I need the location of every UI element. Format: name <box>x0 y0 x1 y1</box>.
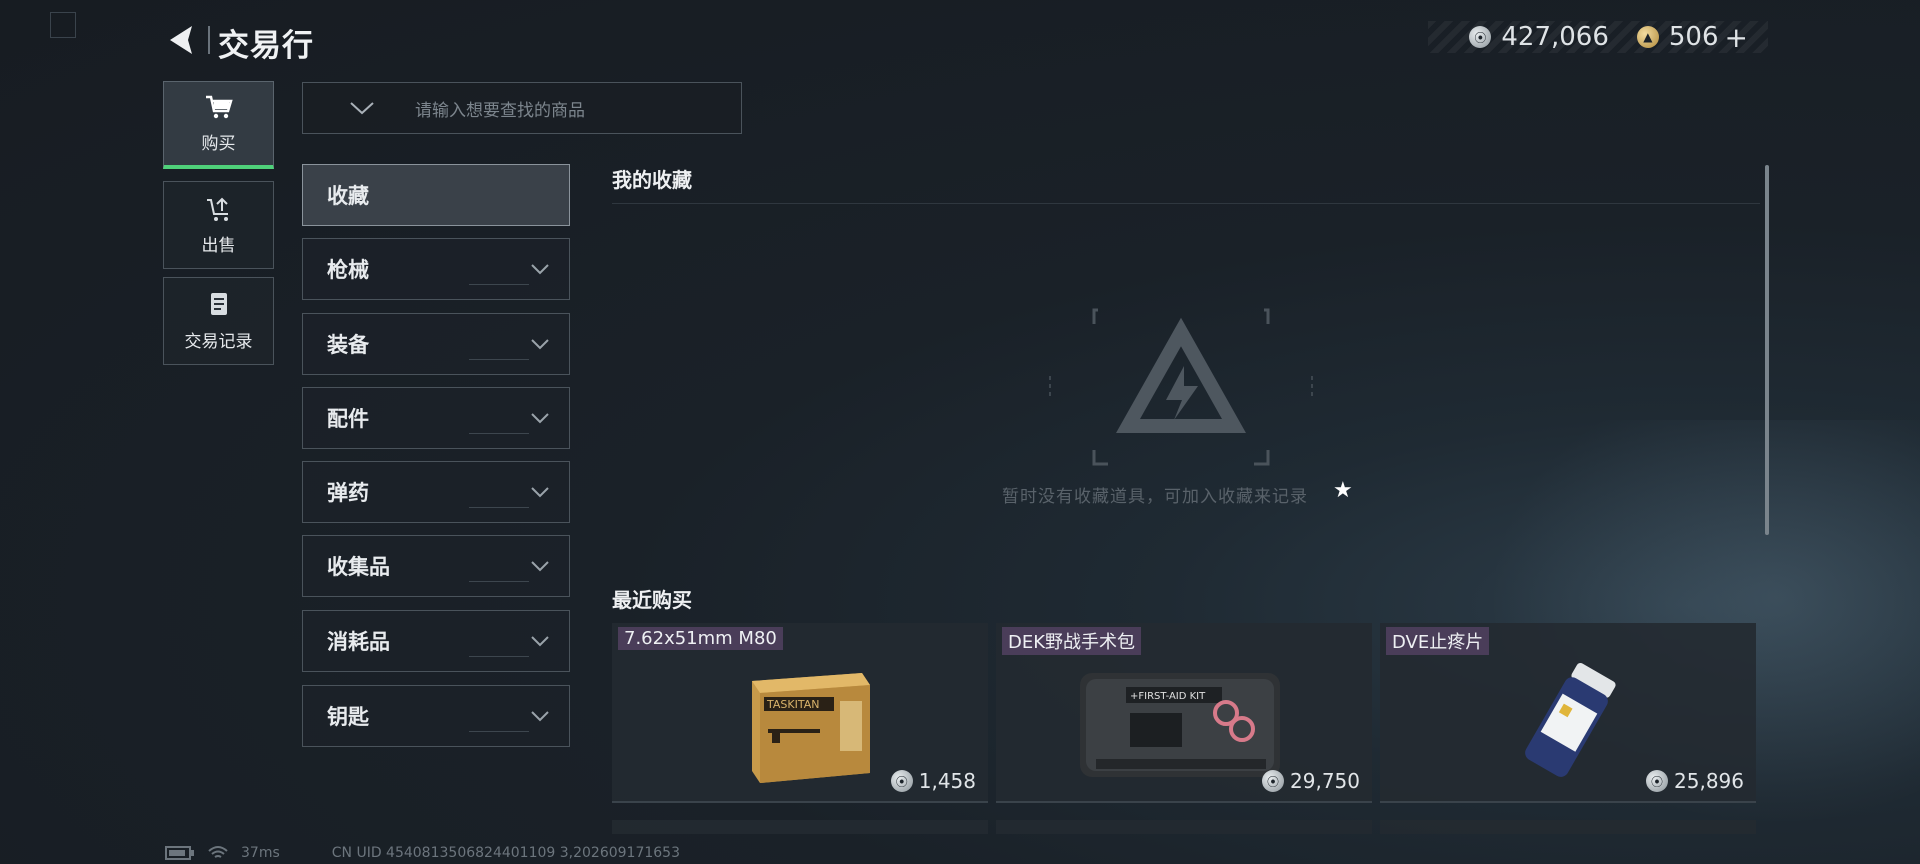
chevron-down-icon[interactable] <box>347 98 377 118</box>
cart-icon <box>205 95 233 119</box>
item-price-value: 1,458 <box>918 769 976 793</box>
nav-records[interactable]: 交易记录 <box>163 277 274 365</box>
silver-coin-icon: ⦿ <box>890 770 913 792</box>
nav-buy[interactable]: 购买 <box>163 81 274 169</box>
category-label: 装备 <box>327 333 369 357</box>
category-deco-line <box>469 433 529 434</box>
chevron-down-icon <box>531 487 549 498</box>
recent-item-card[interactable]: 7.62x51mm M80 TASKITAN ⦿ 1,458 <box>612 623 988 803</box>
recent-item-card[interactable]: DEK野战手术包 +FIRST-AID KIT ⦿ 29,750 <box>996 623 1372 803</box>
category-deco-line <box>469 731 529 732</box>
category-favorites[interactable]: 收藏 <box>302 164 570 226</box>
search-placeholder: 请输入想要查找的商品 <box>415 100 585 121</box>
nav-label-sell: 出售 <box>201 235 236 256</box>
item-price: ⦿ 29,750 <box>1262 769 1360 793</box>
title-separator <box>208 26 210 54</box>
chevron-down-icon <box>531 339 549 350</box>
recent-item-card-partial[interactable] <box>996 820 1372 834</box>
svg-text:TASKITAN: TASKITAN <box>766 698 819 711</box>
category-label: 配件 <box>327 407 369 431</box>
category-deco-line <box>469 359 529 360</box>
category-consumables[interactable]: 消耗品 <box>302 610 570 672</box>
chevron-down-icon <box>531 636 549 647</box>
search-input[interactable]: 请输入想要查找的商品 <box>302 82 742 134</box>
nav-label-buy: 购买 <box>201 134 236 154</box>
recent-item-card[interactable]: DVE止疼片 ⦿ 25,896 <box>1380 623 1756 803</box>
records-icon <box>210 292 227 315</box>
status-bar: 37ms CN UID 4540813506824401109 3,202609… <box>165 845 680 861</box>
gold-coin-icon: ▲ <box>1636 26 1659 48</box>
sell-icon <box>206 197 228 221</box>
item-name: 7.62x51mm M80 <box>618 627 783 650</box>
silver-amount: 427,066 <box>1501 22 1609 52</box>
category-ammo[interactable]: 弹药 <box>302 461 570 523</box>
silver-coin-icon: ⦿ <box>1469 26 1492 48</box>
gold-amount: 506 <box>1668 22 1719 52</box>
pill-bottle-icon <box>1525 662 1616 777</box>
ammo-box-icon: TASKITAN <box>752 673 870 783</box>
category-deco-line <box>469 581 529 582</box>
category-firearms[interactable]: 枪械 <box>302 238 570 300</box>
nav-label-records: 交易记录 <box>184 331 253 352</box>
chevron-down-icon <box>531 561 549 572</box>
item-price: ⦿ 25,896 <box>1646 769 1744 793</box>
category-equipment[interactable]: 装备 <box>302 313 570 375</box>
recent-title: 最近购买 <box>612 588 692 612</box>
wifi-icon <box>208 846 228 858</box>
recent-item-card-partial[interactable] <box>612 820 988 834</box>
silver-coin-icon: ⦿ <box>1262 770 1285 792</box>
chevron-down-icon <box>531 711 549 722</box>
category-attachments[interactable]: 配件 <box>302 387 570 449</box>
empty-placeholder-logo-icon <box>1049 308 1313 466</box>
category-deco-line <box>469 507 529 508</box>
category-keys[interactable]: 钥匙 <box>302 685 570 747</box>
currency-bar: ⦿ 427,066 ▲ 506 + <box>1428 21 1768 54</box>
item-price-value: 25,896 <box>1674 769 1744 793</box>
nav-sell[interactable]: 出售 <box>163 181 274 269</box>
ping-value: 37ms <box>241 845 280 861</box>
page-title: 交易行 <box>218 28 314 64</box>
svg-text:+FIRST-AID KIT: +FIRST-AID KIT <box>1130 691 1206 702</box>
add-currency-button[interactable]: + <box>1725 21 1748 54</box>
back-arrow-icon[interactable] <box>162 20 202 60</box>
item-name: DVE止疼片 <box>1386 627 1490 655</box>
favorites-title: 我的收藏 <box>612 168 692 192</box>
chevron-down-icon <box>531 413 549 424</box>
category-label: 钥匙 <box>327 705 369 729</box>
uid-text: CN UID 4540813506824401109 3,20260917165… <box>331 845 680 861</box>
recent-item-card-partial[interactable] <box>1380 820 1756 834</box>
empty-favorites-text: 暂时没有收藏道具，可加入收藏来记录 <box>1002 487 1308 507</box>
scrollbar[interactable] <box>1765 165 1769 535</box>
section-divider <box>612 203 1760 204</box>
category-deco-line <box>469 656 529 657</box>
category-label: 弹药 <box>327 481 369 505</box>
category-label: 收集品 <box>327 555 390 579</box>
item-price-value: 29,750 <box>1290 769 1360 793</box>
category-deco-line <box>469 284 529 285</box>
item-price: ⦿ 1,458 <box>890 769 976 793</box>
chevron-down-icon <box>531 264 549 275</box>
silver-coin-icon: ⦿ <box>1646 770 1669 792</box>
category-label: 收藏 <box>327 184 369 208</box>
category-label: 消耗品 <box>327 630 390 654</box>
star-icon: ★ <box>1333 478 1353 503</box>
corner-marker <box>50 12 76 38</box>
category-label: 枪械 <box>327 258 369 282</box>
category-collectibles[interactable]: 收集品 <box>302 535 570 597</box>
battery-icon <box>165 846 194 860</box>
